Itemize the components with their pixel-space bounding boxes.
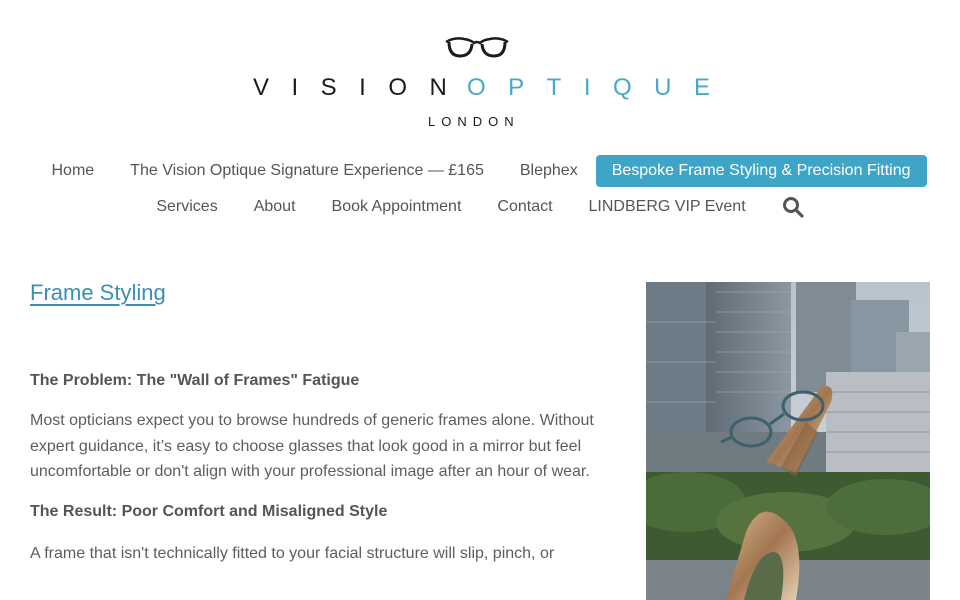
problem-paragraph: Most opticians expect you to browse hund… (30, 412, 594, 480)
nav-item-signature-experience[interactable]: The Vision Optique Signature Experience … (112, 156, 502, 186)
nav-item-bespoke-frame-styling[interactable]: Bespoke Frame Styling & Precision Fittin… (595, 155, 927, 187)
result-heading: The Result: Poor Comfort and Misaligned … (30, 502, 388, 520)
result-paragraph: A frame that isn't technically fitted to… (30, 544, 555, 562)
search-button[interactable] (764, 192, 822, 222)
nav-item-services[interactable]: Services (138, 192, 235, 222)
frame-display-photo (646, 282, 930, 600)
nav-row-secondary: Services About Book Appointment Contact … (0, 189, 960, 225)
main-content: Frame Styling The Problem: The "Wall of … (30, 280, 625, 566)
page-title[interactable]: Frame Styling (30, 280, 166, 306)
nav-item-about[interactable]: About (236, 192, 314, 222)
main-navigation: Home The Vision Optique Signature Experi… (0, 153, 960, 225)
nav-item-book-appointment[interactable]: Book Appointment (314, 192, 480, 222)
logo-text-optique: OPTIQUE (467, 74, 733, 101)
site-logo[interactable]: VISION OPTIQUE LONDON (250, 28, 710, 138)
search-icon (782, 197, 804, 218)
site-header: VISION OPTIQUE LONDON Home The Vision Op… (0, 0, 960, 250)
nav-item-home[interactable]: Home (33, 156, 112, 186)
nav-row-primary: Home The Vision Optique Signature Experi… (0, 153, 960, 189)
nav-item-blephex[interactable]: Blephex (502, 156, 596, 186)
logo-subtitle: LONDON (428, 114, 520, 129)
city-view-photo (646, 282, 930, 600)
nav-item-contact[interactable]: Contact (479, 192, 570, 222)
nav-item-lindberg-vip-event[interactable]: LINDBERG VIP Event (571, 192, 764, 222)
problem-heading: The Problem: The "Wall of Frames" Fatigu… (30, 372, 360, 389)
logo-text-vision: VISION (253, 74, 470, 101)
eyeglasses-icon (445, 37, 509, 58)
